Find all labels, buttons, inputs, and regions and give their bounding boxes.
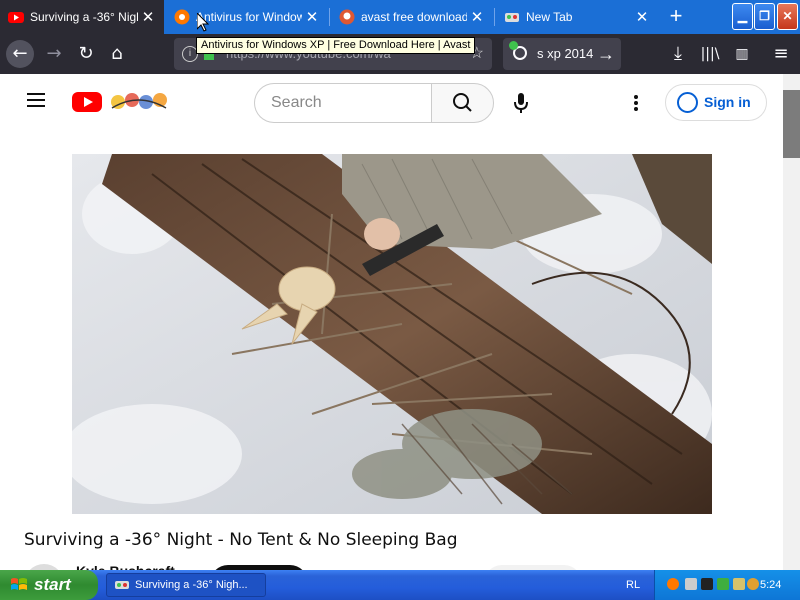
- close-window-button[interactable]: ✕: [777, 3, 798, 30]
- tab-antivirus[interactable]: Antivirus for Windows ✕: [166, 0, 328, 34]
- search-tray-icon[interactable]: [747, 578, 759, 590]
- youtube-favicon-icon: [8, 12, 24, 23]
- tab-divider: [494, 8, 495, 26]
- maximize-button[interactable]: ❐: [754, 3, 775, 30]
- youtube-search-input[interactable]: Search: [254, 83, 432, 123]
- tab-avast-download[interactable]: avast free download ✕: [331, 0, 493, 34]
- youtube-search-button[interactable]: [431, 83, 494, 123]
- printer-tray-icon[interactable]: [685, 578, 697, 590]
- language-indicator[interactable]: RL: [626, 570, 640, 600]
- reload-icon[interactable]: ↻: [72, 40, 100, 68]
- tab-new-tab[interactable]: New Tab ✕: [496, 0, 658, 34]
- video-player[interactable]: [72, 154, 712, 514]
- minimize-button[interactable]: ▁: [732, 3, 753, 30]
- more-options-icon[interactable]: [626, 88, 646, 118]
- microphone-icon[interactable]: [506, 88, 536, 118]
- guide-menu-icon[interactable]: [27, 93, 45, 107]
- youtube-header: Search Sign in: [0, 74, 783, 130]
- start-label: start: [34, 575, 71, 594]
- new-tab-button[interactable]: +: [664, 5, 688, 29]
- windows-flag-icon: [11, 578, 27, 590]
- taskbar-item-browser[interactable]: Surviving a -36° Nigh...: [106, 573, 266, 597]
- zip-tray-icon[interactable]: [701, 578, 713, 590]
- duckduckgo-favicon-icon: [339, 9, 355, 25]
- browser-app-icon: [115, 581, 129, 589]
- home-icon[interactable]: ⌂: [103, 40, 131, 68]
- new-tab-favicon-icon: [505, 13, 519, 22]
- tab-divider: [329, 8, 330, 26]
- close-tab-icon[interactable]: ✕: [138, 8, 158, 26]
- tab-title: avast free download: [361, 10, 467, 24]
- back-arrow-icon[interactable]: ←: [6, 40, 34, 68]
- video-title: Surviving a -36° Night - No Tent & No Sl…: [24, 530, 458, 550]
- hamburger-menu-icon[interactable]: ≡: [767, 40, 795, 68]
- tab-title: Surviving a -36° Night: [30, 10, 138, 24]
- volume-tray-icon[interactable]: [733, 578, 745, 590]
- tab-youtube-video[interactable]: Surviving a -36° Night ✕: [0, 0, 164, 34]
- search-bar[interactable]: s xp 2014 →: [503, 38, 621, 70]
- youtube-logo[interactable]: [72, 92, 102, 112]
- close-tab-icon[interactable]: ✕: [302, 8, 322, 26]
- sign-in-label: Sign in: [704, 94, 751, 110]
- mouse-cursor-icon: [197, 13, 209, 32]
- youtube-doodle-icon[interactable]: [108, 88, 170, 114]
- scrollbar-thumb[interactable]: [783, 90, 800, 158]
- search-go-arrow-icon[interactable]: →: [597, 38, 615, 70]
- download-icon[interactable]: ⤓: [664, 40, 692, 68]
- recycle-tray-icon[interactable]: [717, 578, 729, 590]
- avast-tray-icon[interactable]: [667, 578, 679, 590]
- tab-strip: Surviving a -36° Night ✕ Antivirus for W…: [0, 0, 800, 34]
- tab-title: New Tab: [526, 10, 573, 24]
- search-icon: [453, 93, 472, 112]
- sign-in-button[interactable]: Sign in: [665, 84, 767, 121]
- video-frame: [72, 154, 712, 514]
- avast-favicon-icon: [174, 9, 190, 25]
- search-text: s xp 2014: [537, 46, 594, 61]
- search-engine-icon: [509, 41, 527, 60]
- tab-tooltip: Antivirus for Windows XP | Free Download…: [196, 37, 476, 54]
- clock: 5:24: [760, 579, 782, 591]
- close-tab-icon[interactable]: ✕: [632, 8, 652, 26]
- start-button[interactable]: start: [0, 570, 98, 600]
- sidebar-icon[interactable]: ▥: [728, 40, 756, 68]
- user-account-icon: [677, 92, 698, 113]
- library-icon[interactable]: |||\: [696, 40, 724, 68]
- forward-arrow-icon[interactable]: →: [40, 40, 68, 68]
- taskbar-item-label: Surviving a -36° Nigh...: [135, 579, 248, 591]
- close-tab-icon[interactable]: ✕: [467, 8, 487, 26]
